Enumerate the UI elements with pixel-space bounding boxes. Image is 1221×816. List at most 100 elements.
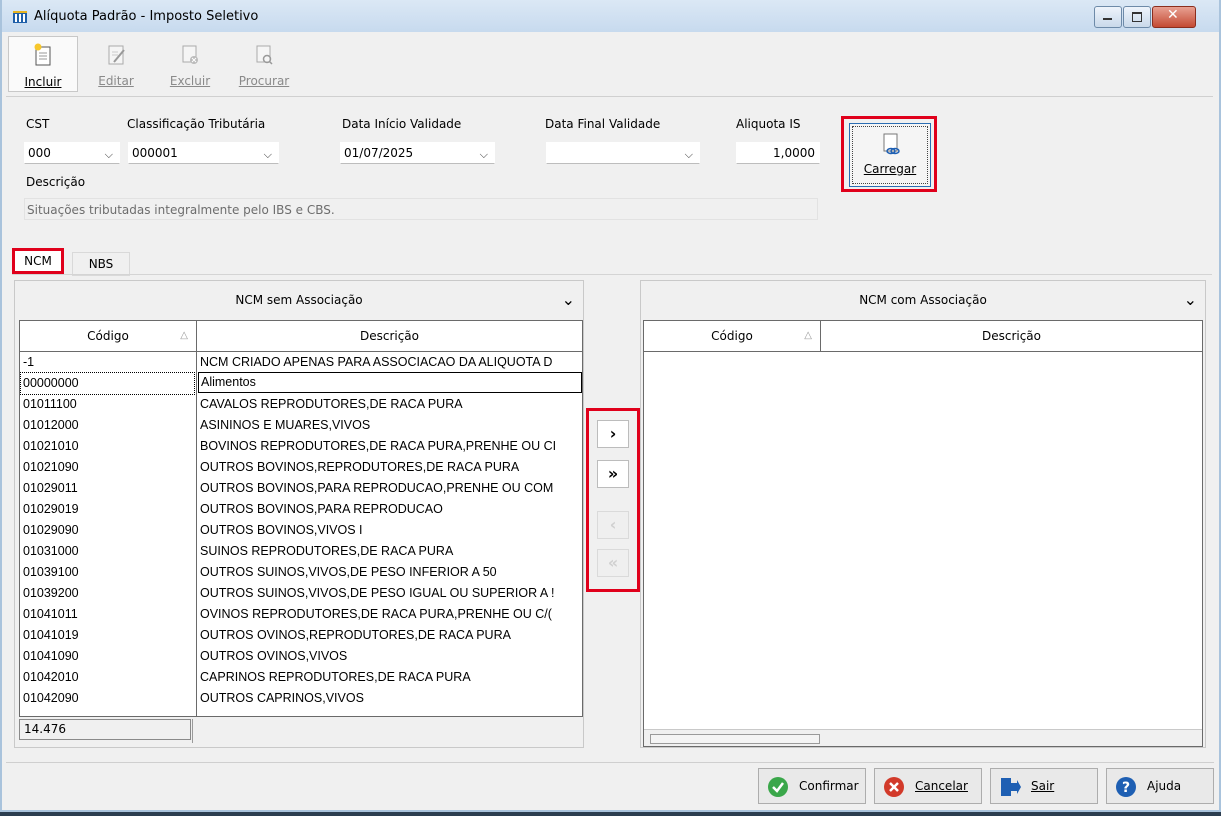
table-row[interactable]: 00000000 Alimentos [20, 372, 582, 395]
aliquota-input[interactable]: 1,0000 [736, 142, 820, 164]
cell-descricao: OUTROS OVINOS,VIVOS [200, 649, 348, 663]
table-row[interactable]: -1 NCM CRIADO APENAS PARA ASSOCIACAO DA A… [20, 352, 582, 373]
table-row[interactable]: 01041011 OVINOS REPRODUTORES,DE RACA PURA… [20, 604, 582, 625]
chevron-left-icon: ‹ [609, 515, 617, 534]
cell-descricao: Alimentos [198, 372, 582, 393]
table-row[interactable]: 01029090 OUTROS BOVINOS,VIVOS I [20, 520, 582, 541]
double-chevron-left-icon: « [607, 553, 619, 572]
descricao-value: Situações tributadas integralmente pelo … [27, 203, 335, 217]
add-one-button[interactable]: › [597, 420, 629, 448]
cell-descricao: OUTROS BOVINOS,PARA REPRODUCAO,PRENHE OU… [200, 481, 554, 495]
cell-descricao: SUINOS REPRODUTORES,DE RACA PURA [200, 544, 454, 558]
incluir-button[interactable]: Incluir [8, 36, 78, 92]
col-codigo-label: Código [711, 329, 753, 343]
horizontal-scrollbar[interactable] [644, 729, 1202, 746]
toolbar: Incluir Editar Excluir Procurar [6, 34, 1214, 92]
cell-descricao: ASININOS E MUARES,VIVOS [200, 418, 371, 432]
close-icon: ✕ [1167, 7, 1179, 23]
cell-codigo: 01039200 [23, 586, 79, 600]
cell-descricao: OUTROS SUINOS,VIVOS,DE PESO INFERIOR A 5… [200, 565, 497, 579]
aliquota-label: Aliquota IS [736, 117, 801, 131]
classificacao-select[interactable]: 000001 ⌵ [128, 142, 279, 164]
col-descricao-header[interactable]: Descrição [821, 321, 1202, 351]
classificacao-value: 000001 [132, 146, 178, 160]
help-circle-icon: ? [1116, 777, 1136, 797]
aliquota-value: 1,0000 [773, 146, 815, 160]
excluir-button[interactable]: Excluir [156, 36, 224, 90]
cell-codigo: 01029011 [23, 481, 78, 495]
edit-document-icon [108, 45, 125, 65]
sair-button[interactable]: Sair [990, 768, 1098, 804]
table-row[interactable]: 01021090 OUTROS BOVINOS,REPRODUTORES,DE R… [20, 457, 582, 478]
sort-up-icon: △ [804, 330, 812, 341]
tab-divider [12, 274, 1212, 275]
tab-nbs[interactable]: NBS [72, 252, 130, 276]
exit-door-icon [1001, 778, 1021, 796]
data-inicio-value: 01/07/2025 [344, 146, 414, 160]
chevron-down-icon[interactable]: ⌄ [562, 281, 575, 319]
table-row[interactable]: 01041019 OUTROS OVINOS,REPRODUTORES,DE RA… [20, 625, 582, 646]
table-row[interactable]: 01031000 SUINOS REPRODUTORES,DE RACA PURA [20, 541, 582, 562]
add-all-button[interactable]: » [597, 460, 629, 488]
minimize-icon [1103, 18, 1112, 20]
title-bar: Alíquota Padrão - Imposto Seletivo ✕ [2, 0, 1219, 32]
editar-label: Editar [98, 74, 134, 88]
table-row[interactable]: 01039100 OUTROS SUINOS,VIVOS,DE PESO INFE… [20, 562, 582, 583]
confirmar-button[interactable]: Confirmar [758, 768, 866, 804]
chevron-right-icon: › [609, 424, 617, 443]
cst-select[interactable]: 000 ⌵ [24, 142, 120, 164]
chevron-down-icon: ⌵ [104, 148, 113, 161]
table-row[interactable]: 01021010 BOVINOS REPRODUTORES,DE RACA PUR… [20, 436, 582, 457]
cell-descricao: OUTROS BOVINOS,PARA REPRODUCAO [200, 502, 443, 516]
cst-value: 000 [28, 146, 51, 160]
maximize-button[interactable] [1123, 6, 1151, 28]
col-descricao-header[interactable]: Descrição [197, 321, 582, 351]
data-inicio-picker[interactable]: 01/07/2025 ⌵ [340, 142, 495, 164]
remove-all-button[interactable]: « [597, 549, 629, 577]
carregar-button[interactable]: Carregar [849, 123, 931, 187]
table-row[interactable]: 01012000 ASININOS E MUARES,VIVOS [20, 415, 582, 436]
chevron-down-icon[interactable]: ⌄ [1184, 281, 1197, 319]
cancel-circle-icon [884, 777, 904, 797]
confirmar-label: Confirmar [799, 779, 859, 793]
toolbar-separator [6, 96, 1213, 97]
table-row[interactable]: 01029011 OUTROS BOVINOS,PARA REPRODUCAO,P… [20, 478, 582, 499]
minimize-button[interactable] [1094, 6, 1122, 28]
cell-codigo: 01042090 [23, 691, 79, 705]
remove-one-button[interactable]: ‹ [597, 511, 629, 539]
table-row[interactable]: 01011100 CAVALOS REPRODUTORES,DE RACA PUR… [20, 394, 582, 415]
table-row[interactable]: 01041090 OUTROS OVINOS,VIVOS [20, 646, 582, 667]
data-final-picker[interactable]: ⌵ [546, 142, 700, 164]
main-window: Alíquota Padrão - Imposto Seletivo ✕ Inc… [0, 0, 1221, 812]
col-codigo-header[interactable]: Código △ [20, 321, 196, 351]
cancelar-button[interactable]: Cancelar [874, 768, 982, 804]
close-button[interactable]: ✕ [1152, 6, 1196, 28]
left-panel-header: NCM sem Associação ⌄ [15, 281, 583, 319]
table-row[interactable]: 01042090 OUTROS CAPRINOS,VIVOS [20, 688, 582, 709]
tab-ncm[interactable]: NCM [12, 248, 64, 274]
ajuda-button[interactable]: ? Ajuda [1106, 768, 1214, 804]
chevron-down-icon: ⌵ [684, 148, 693, 161]
sort-up-icon: △ [180, 330, 188, 341]
procurar-button[interactable]: Procurar [230, 36, 298, 90]
col-codigo-header[interactable]: Código △ [644, 321, 820, 351]
left-panel: NCM sem Associação ⌄ Código △ Descrição -… [14, 280, 584, 748]
move-buttons-highlight: › » ‹ « [586, 408, 640, 592]
table-row[interactable]: 01029019 OUTROS BOVINOS,PARA REPRODUCAO [20, 499, 582, 520]
cell-codigo: 01029019 [23, 502, 79, 516]
scrollbar-thumb[interactable] [650, 734, 820, 744]
cell-descricao: CAPRINOS REPRODUTORES,DE RACA PURA [200, 670, 471, 684]
table-row[interactable]: 01042010 CAPRINOS REPRODUTORES,DE RACA PU… [20, 667, 582, 688]
table-row[interactable]: 01039200 OUTROS SUINOS,VIVOS,DE PESO IGUA… [20, 583, 582, 604]
left-grid: Código △ Descrição -1 NCM CRIADO APENAS PA… [19, 320, 583, 717]
cell-codigo: 01012000 [23, 418, 79, 432]
cell-codigo: 01041019 [23, 628, 79, 642]
footer-separator [6, 762, 1214, 763]
editar-button[interactable]: Editar [82, 36, 150, 90]
data-inicio-label: Data Início Validade [342, 117, 462, 131]
link-document-icon [883, 133, 900, 155]
right-panel-header: NCM com Associação ⌄ [641, 281, 1205, 319]
svg-text:?: ? [1122, 780, 1130, 796]
col-descricao-label: Descrição [981, 329, 1042, 343]
cell-codigo: 01042010 [23, 670, 79, 684]
